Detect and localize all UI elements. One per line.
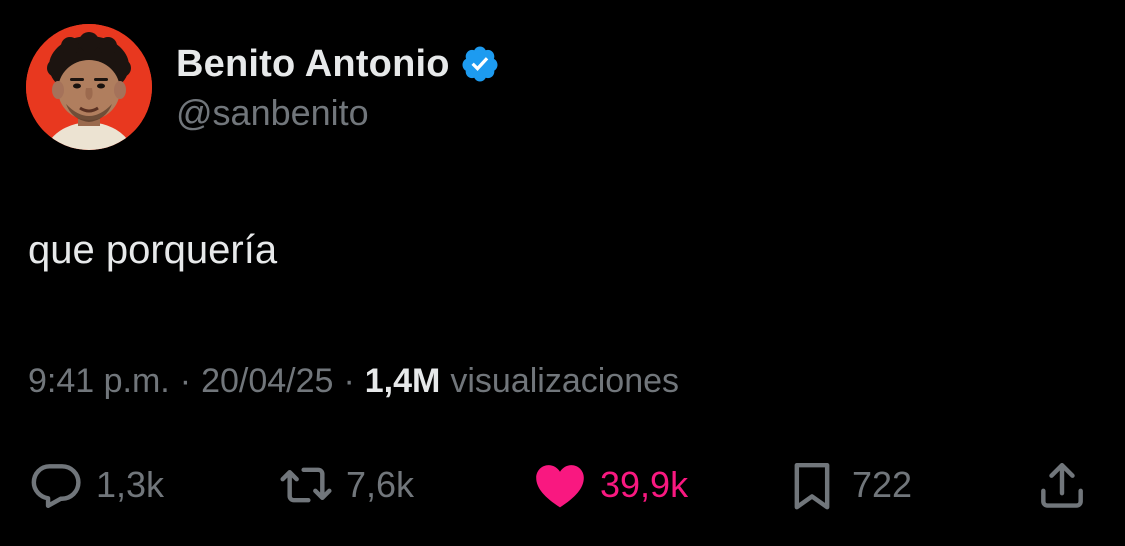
bookmark-icon xyxy=(784,457,840,513)
tweet-meta: 9:41 p.m. · 20/04/25 · 1,4M visualizacio… xyxy=(28,362,679,401)
tweet-date[interactable]: 20/04/25 xyxy=(201,362,333,401)
avatar[interactable] xyxy=(26,24,152,150)
like-count: 39,9k xyxy=(600,464,689,505)
like-button[interactable]: 39,9k xyxy=(532,452,688,518)
retweet-button[interactable]: 7,6k xyxy=(278,452,414,518)
retweet-count: 7,6k xyxy=(346,464,415,505)
views-label: visualizaciones xyxy=(450,362,680,400)
reply-button[interactable]: 1,3k xyxy=(28,452,164,518)
avatar-image xyxy=(26,24,152,150)
meta-separator: · xyxy=(179,362,192,400)
heart-icon xyxy=(532,457,588,513)
reply-icon xyxy=(28,457,84,513)
user-handle[interactable]: @sanbenito xyxy=(176,92,369,134)
meta-separator: · xyxy=(343,362,355,400)
verified-badge-icon[interactable] xyxy=(460,44,500,84)
tweet-card: Benito Antonio @sanbenito que porquería … xyxy=(0,0,1125,546)
tweet-text: que porquería xyxy=(28,228,278,272)
bookmark-count: 722 xyxy=(852,464,913,505)
reply-count: 1,3k xyxy=(96,464,165,505)
share-icon xyxy=(1034,457,1090,513)
action-bar: 1,3k 7,6k 39,9k 722 xyxy=(0,452,1125,518)
name-row: Benito Antonio xyxy=(176,40,500,88)
bookmark-button[interactable]: 722 xyxy=(784,452,912,518)
views-count[interactable]: 1,4M xyxy=(365,362,441,401)
display-name[interactable]: Benito Antonio xyxy=(176,43,450,86)
tweet-time[interactable]: 9:41 p.m. xyxy=(28,362,170,401)
retweet-icon xyxy=(278,457,334,513)
share-button[interactable] xyxy=(1034,452,1090,518)
